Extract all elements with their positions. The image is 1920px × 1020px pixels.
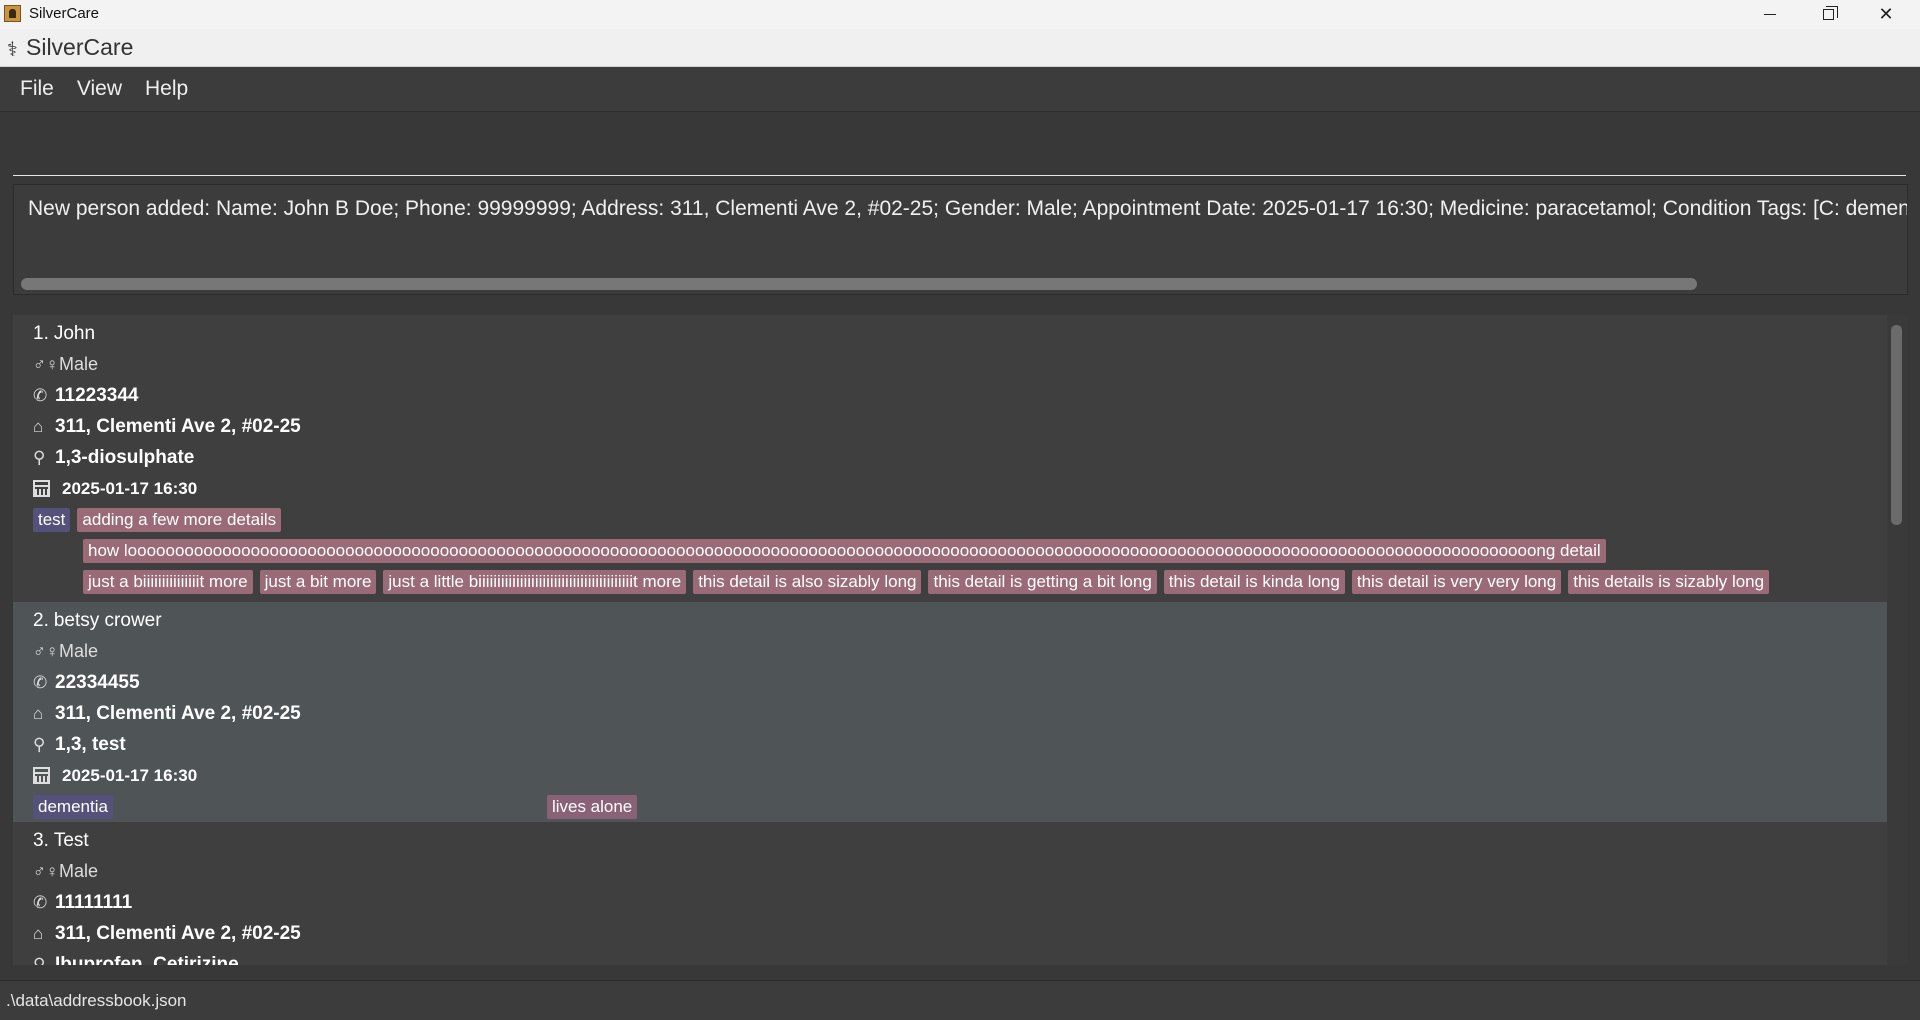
caduceus-icon: ⚕: [7, 39, 18, 61]
person-address: 311, Clementi Ave 2, #02-25: [55, 922, 301, 944]
person-name-row: 3. Test: [33, 825, 1887, 856]
person-medicine-row: ⚲ 1,3, test: [33, 729, 1887, 760]
phone-icon: ✆: [33, 672, 48, 692]
restore-icon: [1822, 6, 1838, 20]
pill-icon: ⚲: [33, 734, 46, 754]
person-phone-row: ✆ 11223344: [33, 380, 1887, 411]
person-gender-row: ♂♀ Male: [33, 856, 1887, 887]
person-card[interactable]: 2. betsy crower ♂♀ Male ✆ 22334455 ⌂ 311…: [13, 602, 1887, 822]
condition-tag: test: [33, 507, 71, 532]
person-list: 1. John ♂♀ Male ✆ 11223344 ⌂ 311, Clemen…: [13, 315, 1908, 965]
person-address-row: ⌂ 311, Clementi Ave 2, #02-25: [33, 918, 1887, 949]
person-phone: 11223344: [55, 384, 139, 406]
detail-tag: this detail is also sizably long: [693, 569, 922, 594]
person-gender: Male: [59, 861, 99, 881]
person-gender: Male: [59, 354, 99, 374]
person-card[interactable]: 3. Test ♂♀ Male ✆ 11111111 ⌂ 311, Clemen…: [13, 822, 1887, 965]
list-vertical-scrollbar[interactable]: [1891, 325, 1902, 525]
detail-tag: just a biiiiiiiiiiiiiiit more: [83, 569, 253, 594]
person-name: betsy crower: [53, 609, 162, 631]
detail-tag: this detail is kinda long: [1163, 569, 1345, 594]
detail-tag: this detail is getting a bit long: [928, 569, 1157, 594]
command-input[interactable]: [13, 120, 1906, 176]
gender-icon: ♂♀: [33, 861, 59, 881]
person-card[interactable]: 1. John ♂♀ Male ✆ 11223344 ⌂ 311, Clemen…: [13, 315, 1887, 602]
person-appointment: 2025-01-17 16:30: [62, 765, 198, 785]
detail-tag: this details is sizably long: [1568, 569, 1770, 594]
person-medicine-row: ⚲ Ibuprofen, Cetirizine: [33, 949, 1887, 966]
close-button[interactable]: ✕: [1857, 0, 1915, 29]
calendar-icon: [33, 767, 50, 784]
person-index: 2.: [33, 609, 49, 631]
menu-view[interactable]: View: [77, 77, 122, 101]
detail-tag: adding a few more details: [77, 507, 282, 532]
person-medicine-row: ⚲ 1,3-diosulphate: [33, 442, 1887, 473]
data-file-path: .\data\addressbook.json: [6, 991, 187, 1010]
menu-file[interactable]: File: [20, 77, 54, 101]
detail-tag: just a little biiiiiiiiiiiiiiiiiiiiiiiii…: [383, 569, 687, 594]
person-medicine: 1,3, test: [55, 733, 126, 755]
app-icon: [4, 5, 21, 22]
person-address: 311, Clementi Ave 2, #02-25: [55, 415, 301, 437]
person-index: 1.: [33, 322, 49, 344]
person-appointment: 2025-01-17 16:30: [62, 478, 198, 498]
menu-bar: File View Help: [0, 67, 1920, 111]
app-name: SilverCare: [26, 34, 134, 60]
person-gender: Male: [59, 641, 99, 661]
command-box: [0, 111, 1920, 178]
pill-icon: ⚲: [33, 447, 46, 467]
window-title: SilverCare: [29, 5, 100, 22]
tag-line: dementia lives alone: [33, 791, 1887, 822]
detail-tag: how looooooooooooooooooooooooooooooooooo…: [83, 538, 1606, 563]
calendar-icon: [33, 480, 50, 497]
gender-icon: ♂♀: [33, 354, 59, 374]
person-index: 3.: [33, 829, 49, 851]
close-icon: ✕: [1878, 4, 1894, 24]
person-address: 311, Clementi Ave 2, #02-25: [55, 702, 301, 724]
result-horizontal-scrollbar[interactable]: [21, 278, 1697, 290]
status-bar: .\data\addressbook.json: [0, 980, 1920, 1020]
window-title-bar: SilverCare ✕: [0, 0, 1920, 29]
person-appointment-row: 2025-01-17 16:30: [33, 760, 1887, 791]
person-medicine: 1,3-diosulphate: [55, 446, 195, 468]
home-icon: ⌂: [33, 416, 44, 436]
home-icon: ⌂: [33, 703, 44, 723]
maximize-button[interactable]: [1799, 0, 1857, 29]
person-phone: 11111111: [55, 891, 133, 913]
detail-tag: just a bit more: [259, 569, 377, 594]
person-address-row: ⌂ 311, Clementi Ave 2, #02-25: [33, 411, 1887, 442]
app-header: ⚕ SilverCare: [0, 29, 1920, 67]
minimize-icon: [1764, 14, 1776, 15]
result-display: New person added: Name: John B Doe; Phon…: [13, 184, 1908, 295]
person-name: John: [53, 322, 96, 344]
detail-tag: lives alone: [546, 794, 638, 819]
person-phone: 22334455: [55, 671, 140, 693]
tag-line: how looooooooooooooooooooooooooooooooooo…: [33, 535, 1887, 566]
person-name-row: 1. John: [33, 318, 1887, 349]
person-name: Test: [53, 829, 89, 851]
person-medicine: Ibuprofen, Cetirizine: [55, 953, 239, 966]
person-name-row: 2. betsy crower: [33, 605, 1887, 636]
menu-help[interactable]: Help: [145, 77, 188, 101]
home-icon: ⌂: [33, 923, 44, 943]
gender-icon: ♂♀: [33, 641, 59, 661]
tag-line: just a biiiiiiiiiiiiiiit more just a bit…: [33, 566, 1887, 597]
person-appointment-row: 2025-01-17 16:30: [33, 473, 1887, 504]
person-address-row: ⌂ 311, Clementi Ave 2, #02-25: [33, 698, 1887, 729]
pill-icon: ⚲: [33, 954, 46, 966]
result-message: New person added: Name: John B Doe; Phon…: [28, 197, 1908, 220]
person-phone-row: ✆ 11111111: [33, 887, 1887, 918]
person-phone-row: ✆ 22334455: [33, 667, 1887, 698]
minimize-button[interactable]: [1741, 0, 1799, 29]
person-gender-row: ♂♀ Male: [33, 636, 1887, 667]
person-gender-row: ♂♀ Male: [33, 349, 1887, 380]
detail-tag: this detail is very very long: [1351, 569, 1562, 594]
tag-line: test adding a few more details: [33, 504, 1887, 535]
phone-icon: ✆: [33, 385, 48, 405]
condition-tag: dementia: [33, 794, 113, 819]
phone-icon: ✆: [33, 892, 48, 912]
